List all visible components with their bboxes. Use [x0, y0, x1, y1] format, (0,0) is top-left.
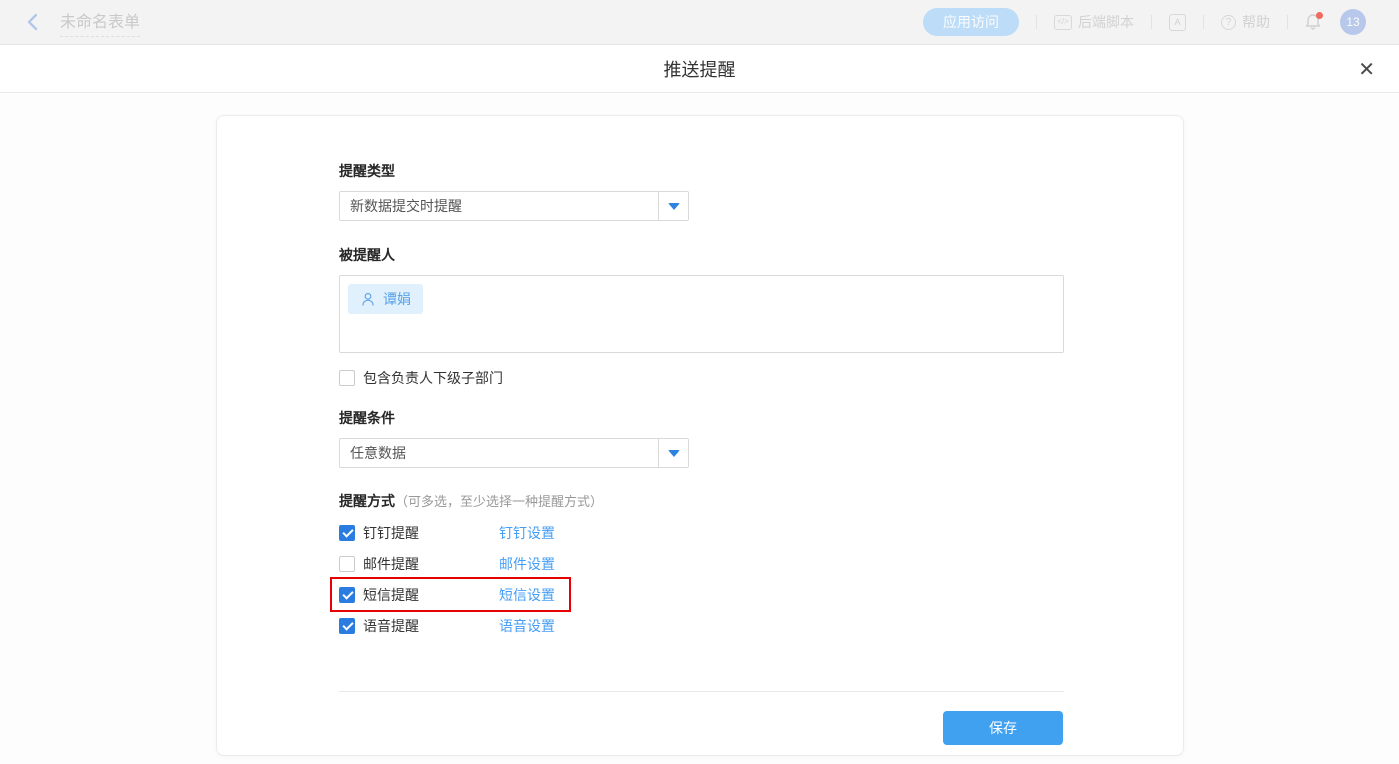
- help-button[interactable]: ? 帮助: [1221, 12, 1270, 32]
- address-book-button[interactable]: A: [1169, 13, 1186, 31]
- dingtalk-reminder-label: 钉钉提醒: [363, 524, 419, 541]
- question-icon: ?: [1221, 14, 1236, 30]
- chevron-down-icon: [667, 449, 680, 457]
- modal-title: 推送提醒: [663, 59, 736, 80]
- method-row-dingtalk: 钉钉提醒 钉钉设置: [339, 524, 555, 541]
- dingtalk-reminder-checkbox[interactable]: [339, 524, 355, 541]
- reminded-person-label: 被提醒人: [339, 247, 395, 263]
- backend-script-label: 后端脚本: [1078, 14, 1134, 30]
- include-sub-departments-label: 包含负责人下级子部门: [363, 370, 503, 386]
- chevron-down-icon: [667, 202, 680, 210]
- user-avatar[interactable]: 13: [1340, 9, 1366, 35]
- reminder-condition-value: 任意数据: [350, 445, 406, 461]
- select-arrow[interactable]: [658, 192, 688, 220]
- reminder-condition-label: 提醒条件: [339, 410, 395, 426]
- close-icon[interactable]: ✕: [1358, 57, 1375, 82]
- include-sub-departments-row: 包含负责人下级子部门: [339, 368, 503, 388]
- reminder-methods-note: （可多选，至少选择一种提醒方式）: [395, 494, 604, 509]
- person-icon: [362, 292, 374, 306]
- reminder-methods-label-text: 提醒方式: [339, 493, 395, 509]
- backend-script-button[interactable]: </> 后端脚本: [1054, 12, 1134, 32]
- code-icon: </>: [1054, 14, 1072, 30]
- select-arrow[interactable]: [658, 439, 688, 467]
- divider: [1287, 15, 1288, 29]
- reminder-settings-card: 提醒类型 新数据提交时提醒 被提醒人 谭娟 包含负责人下级子部门 提醒条件 任意…: [216, 115, 1184, 756]
- reminder-condition-select[interactable]: 任意数据: [339, 438, 689, 468]
- address-book-icon: A: [1169, 13, 1186, 31]
- method-row-sms: 短信提醒 短信设置: [330, 577, 571, 612]
- chevron-left-icon: [27, 13, 38, 31]
- back-button[interactable]: [20, 10, 44, 34]
- method-row-voice: 语音提醒 语音设置: [339, 617, 555, 634]
- voice-reminder-label: 语音提醒: [363, 617, 419, 634]
- sms-settings-link[interactable]: 短信设置: [499, 585, 555, 605]
- sms-reminder-checkbox[interactable]: [339, 586, 355, 603]
- voice-settings-link[interactable]: 语音设置: [499, 616, 555, 636]
- save-button[interactable]: 保存: [943, 711, 1063, 745]
- person-tag-name: 谭娟: [383, 291, 411, 307]
- dingtalk-settings-link[interactable]: 钉钉设置: [499, 523, 555, 543]
- divider: [1203, 15, 1204, 29]
- sms-reminder-label: 短信提醒: [363, 586, 419, 603]
- footer-divider: [339, 691, 1064, 692]
- notification-dot: [1316, 12, 1323, 19]
- notifications-button[interactable]: [1305, 12, 1323, 32]
- include-sub-departments-checkbox[interactable]: [339, 370, 355, 386]
- email-reminder-checkbox[interactable]: [339, 555, 355, 572]
- reminder-type-label: 提醒类型: [339, 163, 395, 179]
- modal-header: 推送提醒 ✕: [0, 45, 1399, 93]
- form-name-title[interactable]: 未命名表单: [60, 8, 141, 37]
- top-bar: 未命名表单 应用访问 </> 后端脚本 A ? 帮助 13: [0, 0, 1399, 45]
- app-access-button[interactable]: 应用访问: [923, 8, 1019, 36]
- reminded-person-box[interactable]: 谭娟: [339, 275, 1064, 353]
- reminder-methods-label: 提醒方式（可多选，至少选择一种提醒方式）: [339, 491, 603, 511]
- email-reminder-label: 邮件提醒: [363, 555, 419, 572]
- help-label: 帮助: [1242, 14, 1270, 30]
- divider: [1036, 15, 1037, 29]
- email-settings-link[interactable]: 邮件设置: [499, 554, 555, 574]
- person-tag[interactable]: 谭娟: [348, 284, 423, 314]
- top-bar-right: 应用访问 </> 后端脚本 A ? 帮助 13: [923, 8, 1366, 36]
- divider: [1151, 15, 1152, 29]
- reminder-type-select[interactable]: 新数据提交时提醒: [339, 191, 689, 221]
- reminder-type-value: 新数据提交时提醒: [350, 198, 462, 214]
- modal-body: 提醒类型 新数据提交时提醒 被提醒人 谭娟 包含负责人下级子部门 提醒条件 任意…: [0, 93, 1399, 764]
- voice-reminder-checkbox[interactable]: [339, 617, 355, 634]
- screen: 未命名表单 应用访问 </> 后端脚本 A ? 帮助 13 推送提醒 ✕ 提醒类…: [0, 0, 1399, 764]
- method-row-email: 邮件提醒 邮件设置: [339, 555, 555, 572]
